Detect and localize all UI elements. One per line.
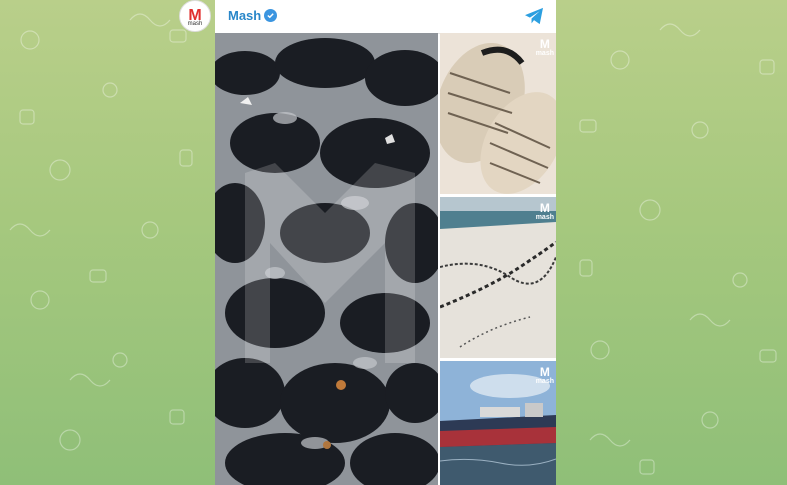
photo-oil-on-sand[interactable] [215, 33, 438, 485]
telegram-send-icon[interactable] [524, 7, 544, 25]
photo-oiled-shells[interactable]: Mmash [440, 33, 556, 194]
post-header: Mash [215, 0, 556, 34]
channel-name[interactable]: Mash [228, 8, 261, 23]
mash-watermark: Mmash [535, 37, 554, 57]
verified-icon [264, 9, 277, 22]
mash-watermark: Mmash [535, 365, 554, 385]
channel-post: Mash M mash M mash M mash [215, 0, 556, 485]
photo-tanker-ship[interactable]: Mmash [440, 361, 556, 485]
mash-watermark: Mmash [535, 201, 554, 221]
photo-oil-on-beach[interactable]: Mmash [440, 197, 556, 358]
channel-avatar[interactable]: M mash [179, 0, 211, 32]
